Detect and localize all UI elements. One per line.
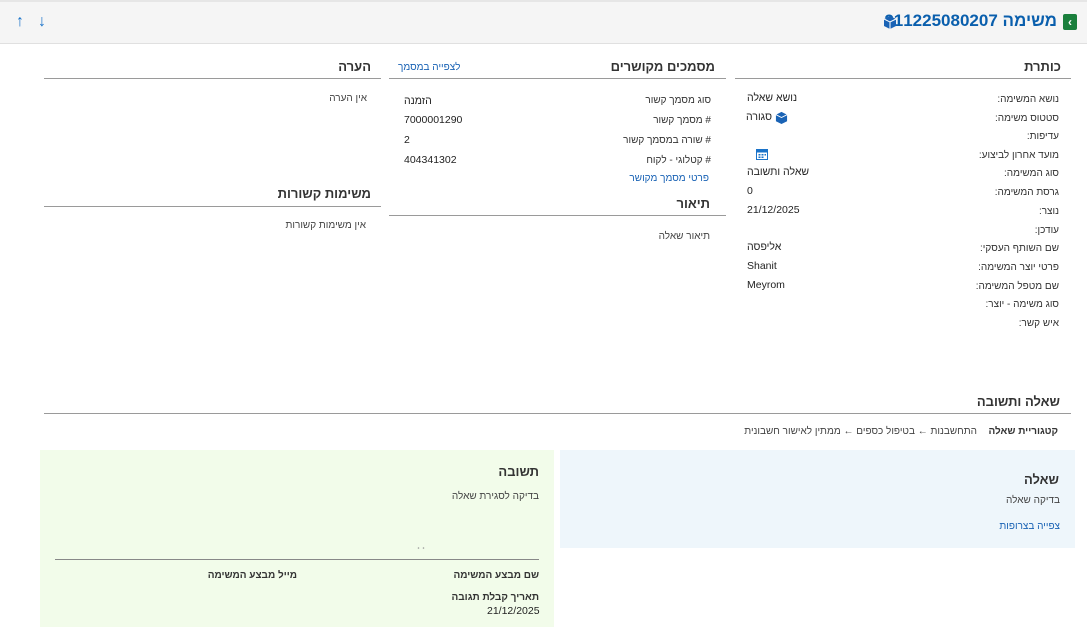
note-text: אין הערה xyxy=(329,93,367,104)
detail-label-created: נוצר: xyxy=(1038,206,1059,217)
page-title: משימה 211225080207 xyxy=(884,11,1057,30)
answer-title: תשובה xyxy=(498,464,539,479)
question-panel xyxy=(560,450,1075,548)
note-title: הערה xyxy=(338,59,371,74)
related-doc-value-line: 2 xyxy=(404,134,410,146)
detail-value-version: 0 xyxy=(747,185,753,197)
detail-label-status: סטטוס משימה: xyxy=(994,113,1059,124)
arrow-down-icon[interactable]: ↓ xyxy=(38,13,46,31)
related-tasks-text: אין משימות קשורות xyxy=(285,220,366,231)
performer-name-label: שם מבצע המשימה xyxy=(453,570,539,581)
description-title: תיאור xyxy=(676,196,710,211)
detail-label-due-date: מועד אחרון לביצוע: xyxy=(978,150,1059,161)
related-doc-details-link[interactable]: פרטי מסמך מקושר xyxy=(629,173,709,184)
question-category-label: קטגוריית שאלה xyxy=(988,426,1058,437)
qa-divider xyxy=(44,413,1071,414)
answer-divider xyxy=(55,559,539,560)
description-divider xyxy=(389,215,726,216)
detail-label-contact: איש קשר: xyxy=(1018,318,1059,329)
view-document-link[interactable]: לצפייה במסמך xyxy=(398,62,460,73)
box-icon xyxy=(883,16,897,29)
question-title: שאלה xyxy=(1023,472,1059,487)
related-doc-value-catalog: 404341302 xyxy=(404,154,457,166)
detail-value-creator: Shanit xyxy=(747,260,777,272)
detail-value-handler: Meyrom xyxy=(747,279,785,291)
detail-value-created: 21/12/2025 xyxy=(747,204,800,216)
detail-label-priority: עדיפות: xyxy=(1026,131,1059,142)
detail-label-handler: שם מטפל המשימה: xyxy=(975,281,1059,292)
related-docs-title: מסמכים מקושרים xyxy=(610,59,715,74)
detail-label-creator-type: סוג משימה - יוצר: xyxy=(985,299,1060,310)
box-icon xyxy=(775,111,788,124)
arrow-up-icon[interactable]: ↑ xyxy=(16,13,24,31)
response-date-value: 21/12/2025 xyxy=(487,605,540,617)
answer-text: בדיקה לסגירת שאלה xyxy=(451,491,539,502)
related-doc-label-line: # שורה במסמך קשור xyxy=(623,135,711,146)
related-docs-divider xyxy=(389,78,726,79)
related-tasks-divider xyxy=(44,206,381,207)
detail-label-task-type: סוג המשימה: xyxy=(1004,168,1059,179)
question-category-path: התחשבנות ← בטיפול כספים ← ממתין לאישור ח… xyxy=(744,426,977,437)
detail-label-updated: עודכן: xyxy=(1034,225,1059,236)
qa-section-title: שאלה ותשובה xyxy=(976,394,1060,409)
description-text: תיאור שאלה xyxy=(658,231,710,242)
response-date-label: תאריך קבלת תגובה xyxy=(451,592,539,603)
detail-label-partner: שם השותף העסקי: xyxy=(979,243,1059,254)
resize-handle-icon[interactable] xyxy=(417,546,425,550)
detail-label-subject: נושא המשימה: xyxy=(997,94,1059,105)
chevron-left-icon[interactable]: ‹ xyxy=(1063,14,1077,30)
detail-value-task-type: שאלה ותשובה xyxy=(747,166,810,178)
related-doc-label-type: סוג מסמך קשור xyxy=(645,95,711,106)
details-section-title: כותרת xyxy=(1024,59,1061,74)
view-attachments-link[interactable]: צפייה בצרופות xyxy=(999,521,1060,532)
calendar-icon[interactable] xyxy=(756,148,768,160)
detail-label-creator: פרטי יוצר המשימה: xyxy=(978,262,1059,273)
related-doc-value-type: הזמנה xyxy=(404,95,432,107)
note-divider xyxy=(44,78,381,79)
detail-label-version: גרסת המשימה: xyxy=(994,187,1059,198)
details-divider xyxy=(735,78,1071,79)
related-doc-label-number: # מסמך קשור xyxy=(653,115,711,126)
related-doc-value-number: 7000001290 xyxy=(404,114,463,126)
question-text: בדיקה שאלה xyxy=(1006,495,1060,506)
related-tasks-title: משימות קשורות xyxy=(277,186,371,201)
performer-email-label: מייל מבצע המשימה xyxy=(207,570,297,581)
detail-value-partner: אליפסה xyxy=(747,241,782,253)
task-header-bar: ‹ משימה 211225080207 ↑ ↓ xyxy=(0,0,1087,44)
related-doc-label-catalog: # קטלוגי - לקוח xyxy=(646,155,711,166)
detail-value-status: סגורה xyxy=(746,111,773,123)
detail-value-subject: נושא שאלה xyxy=(747,92,798,104)
